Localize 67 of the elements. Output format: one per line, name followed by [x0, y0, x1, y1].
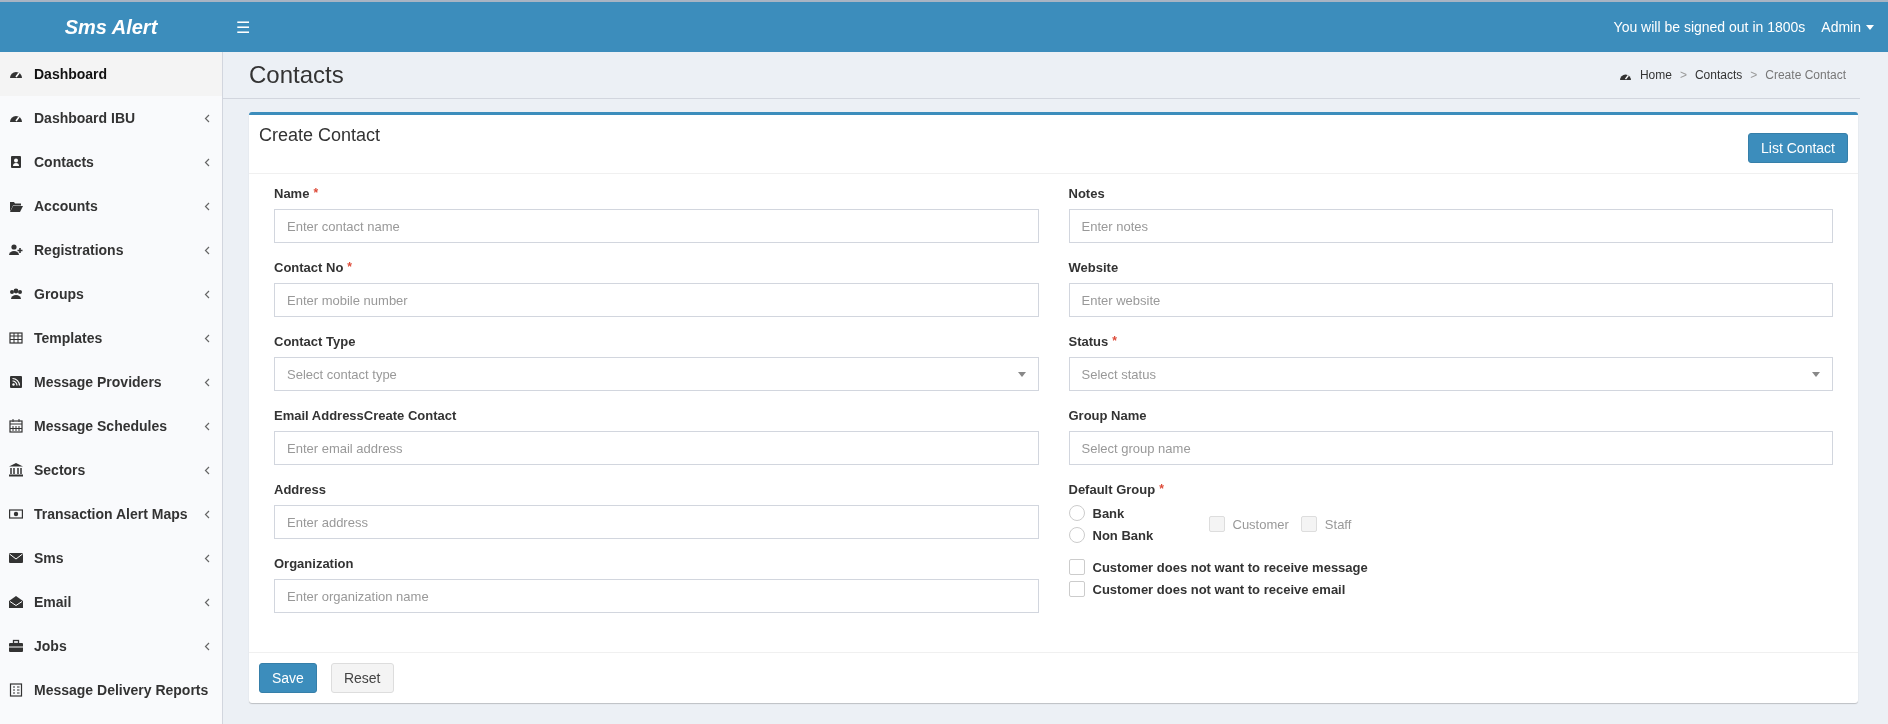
field-label: Group Name	[1068, 408, 1147, 423]
field-label: Address	[274, 482, 327, 497]
sidebar-item[interactable]: Sectors	[0, 448, 222, 492]
field-label: Organization	[274, 556, 354, 571]
banknote-icon	[9, 507, 23, 521]
required-mark: *	[1159, 482, 1164, 497]
field-label: Notes	[1068, 186, 1105, 201]
sidebar-item[interactable]: Registrations	[0, 228, 222, 272]
field-label: Website	[1068, 260, 1119, 275]
checkbox-label: Customer	[1232, 516, 1289, 532]
briefcase-icon	[9, 639, 23, 653]
contact-card-icon	[9, 155, 23, 169]
table-icon	[9, 331, 23, 345]
users-icon	[9, 287, 23, 301]
card-title: Create Contact	[259, 125, 381, 146]
checkbox-label: Customer does not want to receive message	[1092, 559, 1368, 575]
checkbox-label: Customer does not want to receive email	[1092, 581, 1346, 597]
sidebar-item[interactable]: Sms	[0, 536, 222, 580]
sidebar-item[interactable]: Dashboard IBU	[0, 96, 222, 140]
app-brand[interactable]: Sms Alert	[0, 15, 222, 39]
field-label: Contact No	[274, 260, 344, 275]
sidebar-item[interactable]: Message Providers	[0, 360, 222, 404]
sidebar-item[interactable]: Dashboard	[0, 52, 222, 96]
list-icon	[9, 683, 23, 697]
required-mark: *	[313, 186, 319, 201]
calendar-icon	[9, 419, 23, 433]
caret-icon	[1017, 371, 1026, 377]
caret-icon[interactable]	[1866, 24, 1874, 30]
reset-button[interactable]: Reset	[330, 663, 394, 693]
sidebar-item[interactable]: Message Delivery Reports	[0, 668, 222, 712]
field-label: Contact Type	[274, 334, 356, 349]
sidebar-item[interactable]: Transaction Alert Maps	[0, 492, 222, 536]
user-plus-icon	[9, 243, 23, 257]
breadcrumb-separator: >	[1750, 68, 1758, 82]
sidebar-item[interactable]: Groups	[0, 272, 222, 316]
sidebar-item[interactable]: Accounts	[0, 184, 222, 228]
required-mark: *	[1112, 334, 1117, 349]
sidebar-item[interactable]: Templates	[0, 316, 222, 360]
breadcrumb-link[interactable]: Contacts	[1694, 68, 1743, 82]
sidebar-item[interactable]: Jobs	[0, 624, 222, 668]
envelope-icon	[9, 551, 23, 565]
sidebar-item[interactable]: Contacts	[0, 140, 222, 184]
menu-toggle[interactable]: ☰	[236, 17, 250, 37]
checkbox[interactable]	[1068, 559, 1085, 575]
list-contact-button[interactable]: List Contact	[1748, 133, 1848, 163]
field-label: Default Group	[1068, 482, 1156, 497]
session-notice: You will be signed out in 1800s	[1613, 19, 1806, 35]
feed-icon	[9, 375, 23, 389]
bank-icon	[9, 463, 23, 477]
field-label: Status	[1068, 334, 1109, 349]
page-title: Contacts	[249, 61, 345, 89]
required-mark: *	[347, 260, 352, 275]
radio-label: Bank	[1092, 505, 1125, 521]
field-label: Email AddressCreate Contact	[274, 408, 457, 423]
open-envelope-icon	[9, 595, 23, 609]
caret-icon	[1812, 371, 1820, 377]
breadcrumb-link[interactable]: Home	[1639, 68, 1672, 82]
breadcrumb-separator: >	[1679, 68, 1687, 82]
checkbox-label: Staff	[1324, 516, 1352, 532]
folder-icon	[9, 199, 23, 213]
field-label: Name	[274, 186, 310, 201]
save-button[interactable]: Save	[259, 663, 317, 693]
sidebar-item[interactable]: Message Schedules	[0, 404, 222, 448]
sidebar-item[interactable]: Email	[0, 580, 222, 624]
radio-label: Non Bank	[1092, 527, 1154, 543]
user-menu[interactable]: Admin	[1821, 19, 1861, 35]
checkbox[interactable]	[1068, 581, 1085, 597]
